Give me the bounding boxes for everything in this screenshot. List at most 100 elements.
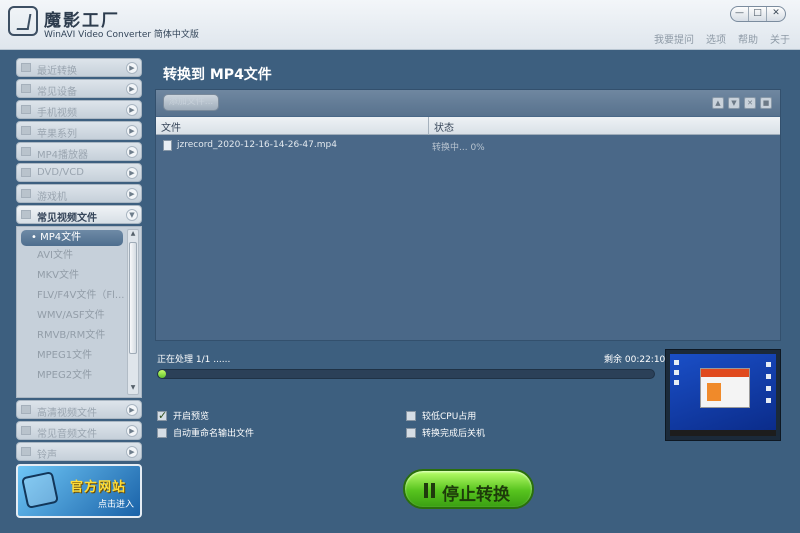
sidebar-item-label: DVD/VCD bbox=[37, 167, 84, 178]
column-header-status[interactable]: 状态 bbox=[434, 119, 454, 134]
sidebar-item-label: 常见设备 bbox=[37, 87, 77, 98]
table-row[interactable]: jzrecord_2020-12-16-14-26-47.mp4 转换中... … bbox=[156, 137, 780, 155]
category-icon bbox=[21, 210, 31, 219]
scrollbar-thumb[interactable] bbox=[129, 242, 137, 354]
sidebar-item-dvd[interactable]: DVD/VCD ▶ bbox=[16, 163, 142, 182]
chevron-right-icon: ▶ bbox=[126, 104, 138, 116]
category-icon bbox=[21, 126, 31, 135]
file-toolbar: 添加文件... ▲ ▼ ✕ ■ bbox=[156, 90, 780, 116]
format-item-mkv[interactable]: MKV文件 bbox=[17, 266, 141, 286]
move-up-icon[interactable]: ▲ bbox=[712, 97, 724, 109]
low-cpu-label: 较低CPU占用 bbox=[422, 412, 477, 422]
top-menu: 我要提问 选项 帮助 关于 bbox=[654, 31, 790, 46]
format-item-mp4[interactable]: • MP4文件 bbox=[21, 230, 123, 246]
page-title: 转换到 MP4文件 bbox=[163, 67, 272, 83]
chevron-right-icon: ▶ bbox=[126, 146, 138, 158]
scroll-down-icon[interactable]: ▼ bbox=[128, 384, 138, 394]
stop-conversion-button[interactable]: 停止转换 bbox=[403, 469, 534, 509]
chevron-right-icon: ▶ bbox=[126, 125, 138, 137]
option-low-cpu[interactable]: 较低CPU占用 bbox=[406, 409, 476, 422]
category-icon bbox=[21, 189, 31, 198]
option-auto-rename[interactable]: 自动重命名输出文件 bbox=[157, 426, 254, 439]
stop-conversion-label: 停止转换 bbox=[442, 485, 510, 505]
auto-rename-label: 自动重命名输出文件 bbox=[173, 429, 255, 439]
sidebar-item-label: 最近转换 bbox=[37, 66, 77, 77]
scroll-up-icon[interactable]: ▲ bbox=[128, 230, 138, 240]
format-item-flv[interactable]: FLV/F4V文件（Fl... bbox=[17, 286, 141, 306]
category-sidebar: 最近转换 ▶ 常见设备 ▶ 手机视频 ▶ 苹果系列 ▶ MP4播放器 ▶ DVD… bbox=[16, 58, 142, 462]
file-list-panel: 添加文件... ▲ ▼ ✕ ■ 文件 状态 jzrecord_2020-12-1… bbox=[155, 89, 781, 341]
window-controls: — □ ✕ bbox=[730, 6, 786, 22]
add-file-button[interactable]: 添加文件... bbox=[163, 94, 219, 111]
format-list: • MP4文件 AVI文件 MKV文件 FLV/F4V文件（Fl... WMV/… bbox=[16, 226, 142, 398]
maximize-button[interactable]: □ bbox=[749, 7, 767, 21]
chevron-right-icon: ▶ bbox=[126, 83, 138, 95]
move-down-icon[interactable]: ▼ bbox=[728, 97, 740, 109]
desktop-icon bbox=[766, 398, 771, 403]
menu-about[interactable]: 关于 bbox=[770, 31, 790, 46]
remaining-time: 剩余 00:22:10 bbox=[604, 355, 666, 365]
format-item-wmv[interactable]: WMV/ASF文件 bbox=[17, 306, 141, 326]
minimize-button[interactable]: — bbox=[731, 7, 749, 21]
sidebar-item-audio[interactable]: 常见音频文件 ▶ bbox=[16, 421, 142, 440]
desktop-icon bbox=[766, 362, 771, 367]
sidebar-item-recent[interactable]: 最近转换 ▶ bbox=[16, 58, 142, 77]
chevron-down-icon: ▼ bbox=[126, 209, 138, 221]
category-icon bbox=[21, 447, 31, 456]
sidebar-item-apple[interactable]: 苹果系列 ▶ bbox=[16, 121, 142, 140]
category-icon bbox=[21, 63, 31, 72]
sidebar-item-label: MP4播放器 bbox=[37, 150, 89, 161]
format-item-mpeg2[interactable]: MPEG2文件 bbox=[17, 366, 141, 386]
sidebar-item-devices[interactable]: 常见设备 ▶ bbox=[16, 79, 142, 98]
sidebar-item-label: 游戏机 bbox=[37, 192, 67, 203]
pause-icon bbox=[424, 483, 436, 498]
sidebar-item-hd-video[interactable]: 高清视频文件 ▶ bbox=[16, 400, 142, 419]
chevron-right-icon: ▶ bbox=[126, 404, 138, 416]
toolbar-icons: ▲ ▼ ✕ ■ bbox=[712, 97, 772, 109]
chevron-right-icon: ▶ bbox=[126, 167, 138, 179]
shutdown-checkbox[interactable] bbox=[406, 427, 416, 438]
menu-help[interactable]: 帮助 bbox=[738, 31, 758, 46]
chevron-right-icon: ▶ bbox=[126, 188, 138, 200]
chevron-right-icon: ▶ bbox=[126, 446, 138, 458]
column-header-file[interactable]: 文件 bbox=[161, 119, 181, 134]
category-icon bbox=[21, 147, 31, 156]
option-preview[interactable]: 开启预览 bbox=[157, 409, 209, 422]
sidebar-item-label: 常见音频文件 bbox=[37, 429, 97, 440]
chevron-right-icon: ▶ bbox=[126, 425, 138, 437]
preview-window-image bbox=[700, 368, 750, 408]
preview-label: 开启预览 bbox=[173, 412, 210, 422]
sidebar-item-mobile[interactable]: 手机视频 ▶ bbox=[16, 100, 142, 119]
sidebar-item-mp4-player[interactable]: MP4播放器 ▶ bbox=[16, 142, 142, 161]
sidebar-item-common-video[interactable]: 常见视频文件 ▼ bbox=[16, 205, 142, 224]
category-icon bbox=[21, 84, 31, 93]
format-item-mpeg1[interactable]: MPEG1文件 bbox=[17, 346, 141, 366]
preview-screen bbox=[670, 354, 776, 436]
sidebar-item-label: 常见视频文件 bbox=[37, 213, 97, 224]
clear-icon[interactable]: ■ bbox=[760, 97, 772, 109]
menu-options[interactable]: 选项 bbox=[706, 31, 726, 46]
file-status: 转换中... 0% bbox=[432, 143, 485, 153]
remove-icon[interactable]: ✕ bbox=[744, 97, 756, 109]
column-divider[interactable] bbox=[428, 117, 429, 135]
auto-rename-checkbox[interactable] bbox=[157, 427, 167, 438]
option-shutdown[interactable]: 转换完成后关机 bbox=[406, 426, 485, 439]
desktop-icon bbox=[766, 386, 771, 391]
sidebar-item-game-console[interactable]: 游戏机 ▶ bbox=[16, 184, 142, 203]
menu-ask-question[interactable]: 我要提问 bbox=[654, 31, 694, 46]
official-site-banner[interactable]: 官方网站 点击进入 bbox=[16, 464, 142, 518]
sidebar-item-label: 高清视频文件 bbox=[37, 408, 97, 419]
sidebar-item-ringtone[interactable]: 铃声 ▶ bbox=[16, 442, 142, 461]
format-list-scrollbar[interactable]: ▲ ▼ bbox=[127, 229, 139, 395]
sidebar-item-label: 铃声 bbox=[37, 450, 57, 461]
low-cpu-checkbox[interactable] bbox=[406, 410, 416, 421]
preview-checkbox[interactable] bbox=[157, 409, 167, 422]
chevron-right-icon: ▶ bbox=[126, 62, 138, 74]
progress-bar bbox=[157, 369, 655, 379]
close-button[interactable]: ✕ bbox=[767, 7, 785, 21]
desktop-icon bbox=[674, 380, 679, 385]
shutdown-label: 转换完成后关机 bbox=[422, 429, 486, 439]
format-item-rmvb[interactable]: RMVB/RM文件 bbox=[17, 326, 141, 346]
progress-fill bbox=[158, 370, 166, 378]
format-item-avi[interactable]: AVI文件 bbox=[17, 246, 141, 266]
